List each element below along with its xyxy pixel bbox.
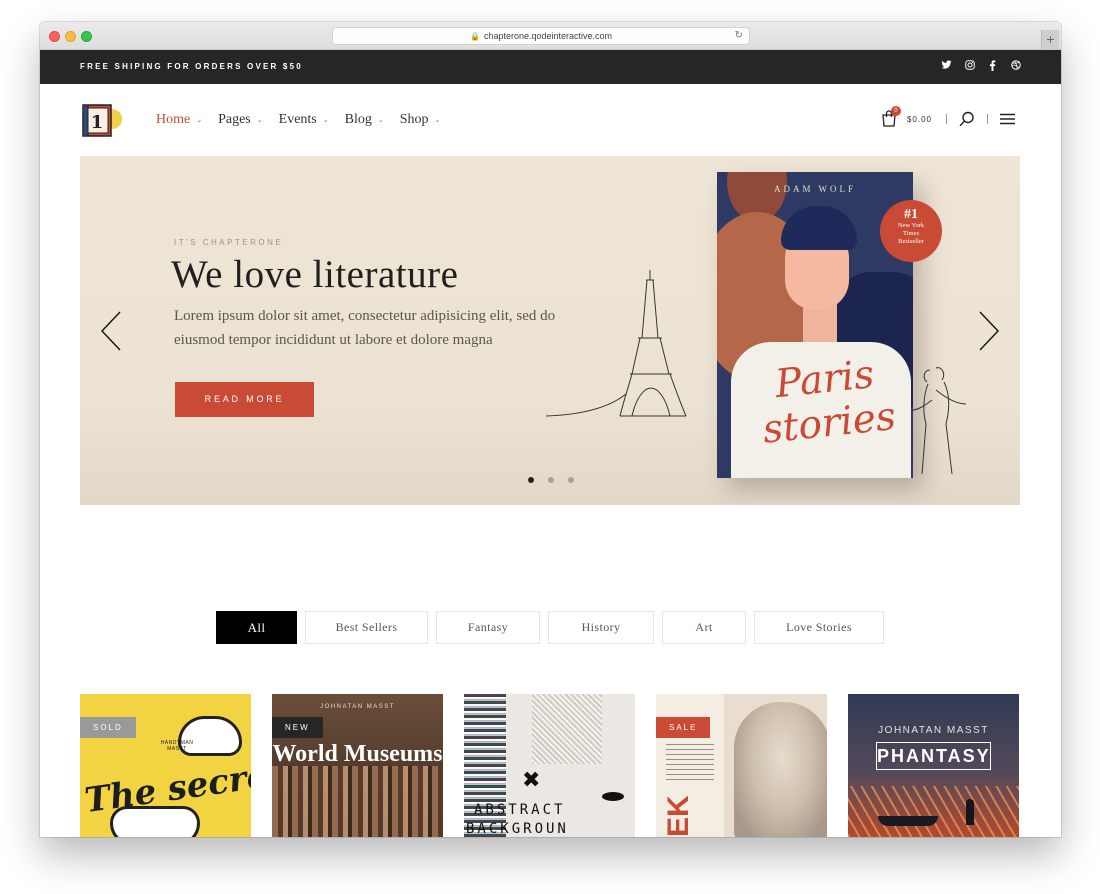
filter-art[interactable]: Art [662,611,746,644]
cart-button[interactable]: 0 [881,106,901,128]
product-grid: SOLD HANDYMAN MASST The secrets NEW JOHN… [80,694,1020,837]
facebook-icon[interactable] [987,60,998,75]
next-slide-arrow-icon[interactable] [978,311,1000,351]
main-nav: Home ⌄ Pages ⌄ Events ⌄ Blog ⌄ Shop ⌄ [156,112,440,128]
filter-all[interactable]: All [216,611,297,644]
couple-drawing [911,367,967,475]
cover-title: PHANTASY [876,742,991,770]
cart-total: $0.00 [906,114,932,124]
address-bar[interactable]: 🔒 chapterone.qodeinteractive.com ↻ [332,27,750,45]
product-card[interactable]: JOHNATAN MASST PHANTASY [848,694,1019,837]
seal-text: New York [897,222,925,229]
cover-subtitle: BACKGROUN [466,821,569,837]
slider-dots [528,477,574,483]
chevron-down-icon: ⌄ [377,116,384,124]
twitter-icon[interactable] [941,60,952,75]
nav-item-pages[interactable]: Pages ⌄ [218,112,263,128]
nav-label: Blog [344,112,372,127]
cover-title: World Museums [272,741,443,767]
cover-illustration [848,786,1019,837]
filter-fantasy[interactable]: Fantasy [436,611,540,644]
new-tab-button[interactable]: + [1041,30,1059,49]
close-icon: ✖ [522,768,541,793]
filter-best-sellers[interactable]: Best Sellers [305,611,428,644]
social-links [941,60,1021,75]
product-card[interactable]: SOLD HANDYMAN MASST The secrets [80,694,251,837]
slide-dot-1[interactable] [528,477,534,483]
book-author: ADAM WOLF [773,184,857,194]
nav-item-blog[interactable]: Blog ⌄ [345,112,384,128]
browser-window: 🔒 chapterone.qodeinteractive.com ↻ + FRE… [40,22,1061,837]
search-icon[interactable] [959,111,975,127]
seal-text: Times [902,230,920,237]
book-title: Paris stories [760,352,898,453]
shipping-notice: FREE SHIPING FOR ORDERS OVER $50 [80,62,303,71]
cover-illustration [666,744,714,784]
cover-illustration [532,694,602,764]
site-logo[interactable]: 1 [81,102,123,138]
nav-label: Pages [218,112,251,127]
nav-label: Home [156,112,191,127]
promo-bar: FREE SHIPING FOR ORDERS OVER $50 [40,50,1061,84]
minimize-window-button[interactable] [65,31,76,42]
divider [946,114,947,124]
chevron-down-icon: ⌄ [322,116,329,124]
hero-slider: IT'S CHAPTERONE We love literature Lorem… [80,156,1020,505]
cover-author: JOHNATAN MASST [320,704,395,710]
hero-title: We love literature [171,253,459,296]
slide-dot-2[interactable] [548,477,554,483]
hero-lead: Lorem ipsum dolor sit amet, consectetur … [174,308,556,348]
cover-illustration [272,766,443,837]
prev-slide-arrow-icon[interactable] [100,311,122,351]
lock-icon: 🔒 [469,31,480,41]
product-card[interactable]: SALE EK [656,694,827,837]
cover-title: EK [662,795,695,837]
bestseller-seal: #1 New York Times Bestseller [880,200,942,262]
status-badge: NEW [272,717,323,738]
seal-text: Bestseller [898,238,924,245]
chevron-down-icon: ⌄ [256,116,263,124]
cart-count-badge: 0 [890,106,901,116]
cover-illustration [110,806,200,837]
cover-brand: HANDYMAN MASST [160,740,194,752]
nav-item-home[interactable]: Home ⌄ [156,112,202,128]
read-more-button[interactable]: READ MORE [175,382,314,417]
instagram-icon[interactable] [964,60,975,75]
close-window-button[interactable] [49,31,60,42]
status-badge: SOLD [80,717,136,738]
cover-illustration [966,799,974,825]
logo-number: 1 [91,112,104,133]
nav-item-events[interactable]: Events ⌄ [279,112,329,128]
hamburger-menu-icon[interactable] [1000,113,1015,125]
nav-label: Shop [399,112,429,127]
browser-toolbar: 🔒 chapterone.qodeinteractive.com ↻ + [40,22,1061,50]
status-badge: SALE [656,717,711,738]
cover-illustration [734,702,827,837]
slide-dot-3[interactable] [568,477,574,483]
product-card[interactable]: NEW JOHNATAN MASST World Museums [272,694,443,837]
header-actions: 0 $0.00 [881,106,1015,128]
product-card[interactable]: ✖ ABSTRACT BACKGROUN [464,694,635,837]
chevron-down-icon: ⌄ [434,116,441,124]
eiffel-tower-drawing [546,270,687,417]
hero-eyebrow: IT'S CHAPTERONE [174,238,284,247]
nav-item-shop[interactable]: Shop ⌄ [400,112,441,128]
cover-author: JOHNATAN MASST [878,725,989,736]
chevron-down-icon: ⌄ [196,116,203,124]
nav-label: Events [278,112,317,127]
cover-illustration [781,206,857,250]
dribbble-icon[interactable] [1010,60,1021,75]
cover-illustration [878,816,938,826]
url-text: chapterone.qodeinteractive.com [483,31,613,41]
seal-number: #1 [904,207,918,222]
cover-illustration [602,792,624,801]
zoom-window-button[interactable] [81,31,92,42]
divider [987,114,988,124]
reload-icon[interactable]: ↻ [735,30,743,41]
cover-title: ABSTRACT [474,802,566,818]
category-filters: All Best Sellers Fantasy History Art Lov… [216,611,884,644]
filter-history[interactable]: History [548,611,654,644]
filter-love-stories[interactable]: Love Stories [754,611,884,644]
